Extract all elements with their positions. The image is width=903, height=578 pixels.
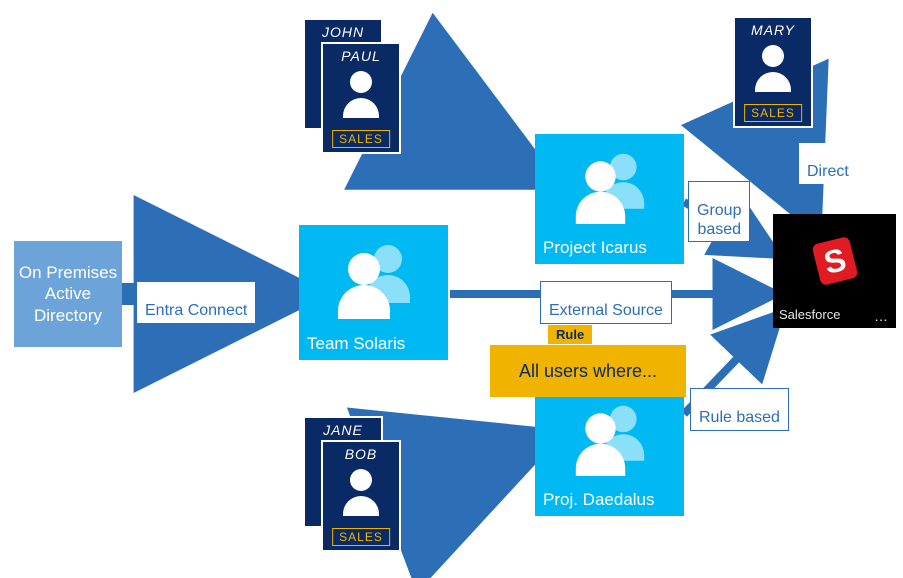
rule-text: All users where... xyxy=(519,361,657,382)
app-tile-salesforce: S Salesforce … xyxy=(773,214,896,328)
group-based-label: Group based xyxy=(688,181,750,242)
project-daedalus-tile: Proj. Daedalus xyxy=(535,386,684,516)
salesforce-icon: S xyxy=(773,232,896,290)
onprem-ad-label: On Premises Active Directory xyxy=(14,262,122,326)
user-name: JOHN xyxy=(305,24,381,40)
user-badge: SALES xyxy=(744,104,802,122)
user-card-mary: MARY SALES xyxy=(733,16,813,128)
onprem-ad-box: On Premises Active Directory xyxy=(14,241,122,347)
app-caption: Salesforce xyxy=(779,307,840,322)
group-icon xyxy=(535,148,684,224)
diagram-stage: On Premises Active Directory Entra Conne… xyxy=(0,0,903,578)
user-name: JANE xyxy=(305,422,381,438)
more-icon: … xyxy=(874,308,890,324)
user-badge: SALES xyxy=(332,528,390,546)
project-daedalus-caption: Proj. Daedalus xyxy=(543,490,655,510)
direct-label: Direct xyxy=(799,143,857,184)
person-icon xyxy=(735,42,811,92)
external-source-label: External Source xyxy=(540,281,672,324)
user-name: MARY xyxy=(735,22,811,38)
user-card-paul: PAUL SALES xyxy=(321,42,401,154)
user-card-bob: BOB SALES xyxy=(321,440,401,552)
group-icon xyxy=(535,400,684,476)
user-badge: SALES xyxy=(332,130,390,148)
team-solaris-tile: Team Solaris xyxy=(299,225,448,360)
user-name: BOB xyxy=(323,446,399,462)
rule-based-label: Rule based xyxy=(690,388,789,431)
rule-tag: Rule xyxy=(548,325,592,344)
project-icarus-caption: Project Icarus xyxy=(543,238,647,258)
project-icarus-tile: Project Icarus xyxy=(535,134,684,264)
person-icon xyxy=(323,68,399,118)
rule-box: All users where... xyxy=(490,345,686,397)
person-icon xyxy=(323,466,399,516)
entra-connect-label: Entra Connect xyxy=(136,281,256,324)
team-solaris-caption: Team Solaris xyxy=(307,334,405,354)
user-name: PAUL xyxy=(323,48,399,64)
group-icon xyxy=(299,239,448,319)
